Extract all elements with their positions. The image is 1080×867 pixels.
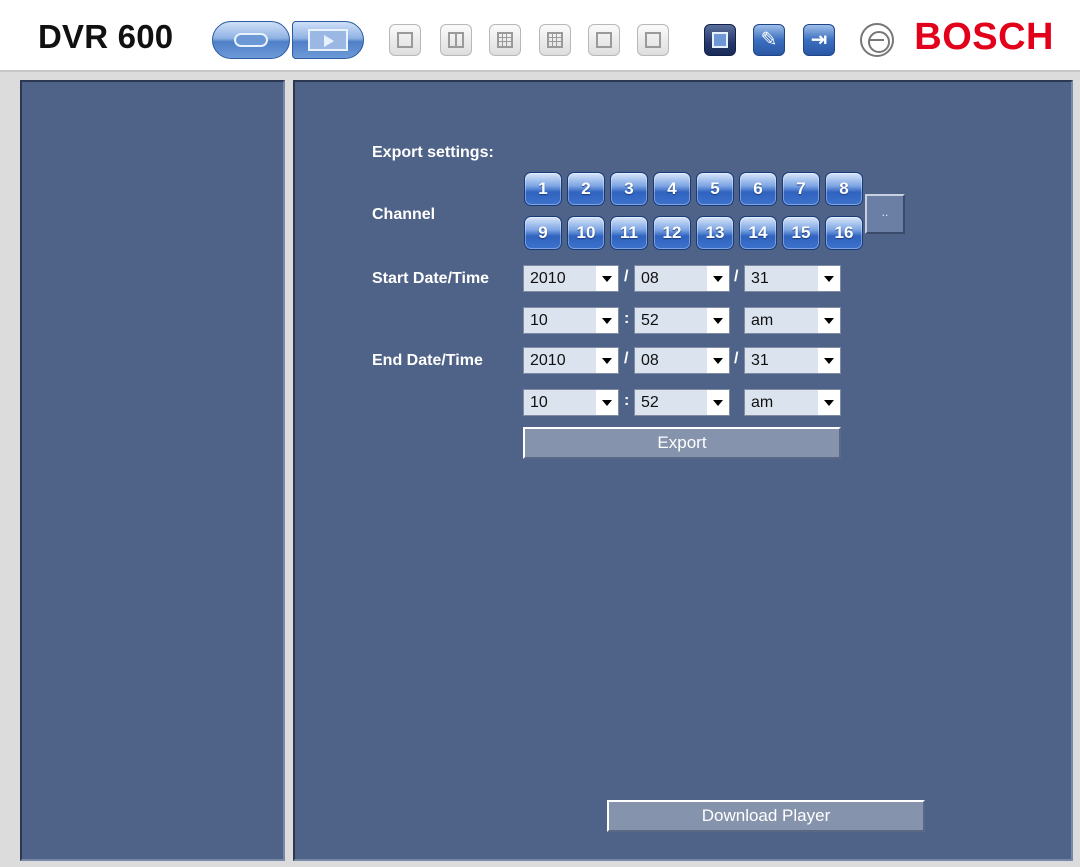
brand-logo: BOSCH (914, 16, 1054, 58)
end-minute-value: 52 (635, 390, 707, 415)
export-heading: Export settings: (372, 144, 494, 161)
channel-button-8[interactable]: 8 (825, 172, 863, 206)
dropdown-arrow-icon (824, 400, 834, 406)
app-title: DVR 600 (38, 18, 174, 55)
start-minute-value: 52 (635, 308, 707, 333)
date-separator: / (624, 350, 629, 367)
time-separator: : (624, 392, 630, 409)
start-day-value: 31 (745, 266, 818, 291)
dropdown-arrow-icon (713, 400, 723, 406)
start-hour-value: 10 (524, 308, 596, 333)
end-year-value: 2010 (524, 348, 596, 373)
more-channels-button[interactable]: .. (865, 194, 905, 234)
fullscreen-icon[interactable] (637, 24, 669, 56)
export-button[interactable]: Export (523, 427, 841, 459)
channel-button-14[interactable]: 14 (739, 216, 777, 250)
start-datetime-label: Start Date/Time (372, 270, 490, 287)
sequence-icon[interactable] (588, 24, 620, 56)
single-view-icon[interactable] (389, 24, 421, 56)
channel-button-1[interactable]: 1 (524, 172, 562, 206)
channel-button-10[interactable]: 10 (567, 216, 605, 250)
end-ampm-value: am (745, 390, 818, 415)
end-hour-value: 10 (524, 390, 596, 415)
channel-button-7[interactable]: 7 (782, 172, 820, 206)
channel-button-3[interactable]: 3 (610, 172, 648, 206)
dropdown-arrow-icon (602, 400, 612, 406)
channel-button-4[interactable]: 4 (653, 172, 691, 206)
logout-icon[interactable]: ⇥ (803, 24, 835, 56)
top-toolbar: DVR 600 ✎ ⇥ BOSCH (0, 0, 1080, 72)
export-icon[interactable] (704, 24, 736, 56)
bosch-logo-icon (860, 23, 894, 57)
sixteen-view-icon[interactable] (539, 24, 571, 56)
live-view-button[interactable] (212, 21, 290, 59)
end-minute-select[interactable]: 52 (634, 389, 730, 416)
channel-label: Channel (372, 206, 436, 223)
nine-view-icon[interactable] (489, 24, 521, 56)
channel-button-5[interactable]: 5 (696, 172, 734, 206)
channel-button-16[interactable]: 16 (825, 216, 863, 250)
start-ampm-value: am (745, 308, 818, 333)
end-datetime-label: End Date/Time (372, 352, 483, 369)
date-separator: / (734, 268, 739, 285)
export-panel: Export settings: Channel 1 2 3 4 5 6 7 8… (293, 80, 1073, 861)
start-month-value: 08 (635, 266, 707, 291)
time-separator: : (624, 310, 630, 327)
start-hour-select[interactable]: 10 (523, 307, 619, 334)
date-separator: / (734, 350, 739, 367)
dropdown-arrow-icon (602, 358, 612, 364)
live-icon (234, 33, 268, 47)
start-year-value: 2010 (524, 266, 596, 291)
dropdown-arrow-icon (713, 276, 723, 282)
dropdown-arrow-icon (824, 358, 834, 364)
left-panel (20, 80, 285, 861)
dropdown-arrow-icon (713, 358, 723, 364)
start-ampm-select[interactable]: am (744, 307, 841, 334)
end-month-value: 08 (635, 348, 707, 373)
dropdown-arrow-icon (602, 318, 612, 324)
end-day-value: 31 (745, 348, 818, 373)
start-day-select[interactable]: 31 (744, 265, 841, 292)
dropdown-arrow-icon (713, 318, 723, 324)
channel-button-9[interactable]: 9 (524, 216, 562, 250)
end-year-select[interactable]: 2010 (523, 347, 619, 374)
end-day-select[interactable]: 31 (744, 347, 841, 374)
quad-view-icon[interactable] (440, 24, 472, 56)
download-player-button[interactable]: Download Player (607, 800, 925, 832)
channel-button-2[interactable]: 2 (567, 172, 605, 206)
dropdown-arrow-icon (602, 276, 612, 282)
start-minute-select[interactable]: 52 (634, 307, 730, 334)
channel-button-15[interactable]: 15 (782, 216, 820, 250)
settings-wrench-icon[interactable]: ✎ (753, 24, 785, 56)
channel-button-6[interactable]: 6 (739, 172, 777, 206)
channel-button-11[interactable]: 11 (610, 216, 648, 250)
channel-button-13[interactable]: 13 (696, 216, 734, 250)
dropdown-arrow-icon (824, 276, 834, 282)
end-ampm-select[interactable]: am (744, 389, 841, 416)
playback-button[interactable] (292, 21, 364, 59)
playback-icon (308, 29, 348, 51)
date-separator: / (624, 268, 629, 285)
channel-button-12[interactable]: 12 (653, 216, 691, 250)
dropdown-arrow-icon (824, 318, 834, 324)
start-month-select[interactable]: 08 (634, 265, 730, 292)
end-month-select[interactable]: 08 (634, 347, 730, 374)
end-hour-select[interactable]: 10 (523, 389, 619, 416)
start-year-select[interactable]: 2010 (523, 265, 619, 292)
